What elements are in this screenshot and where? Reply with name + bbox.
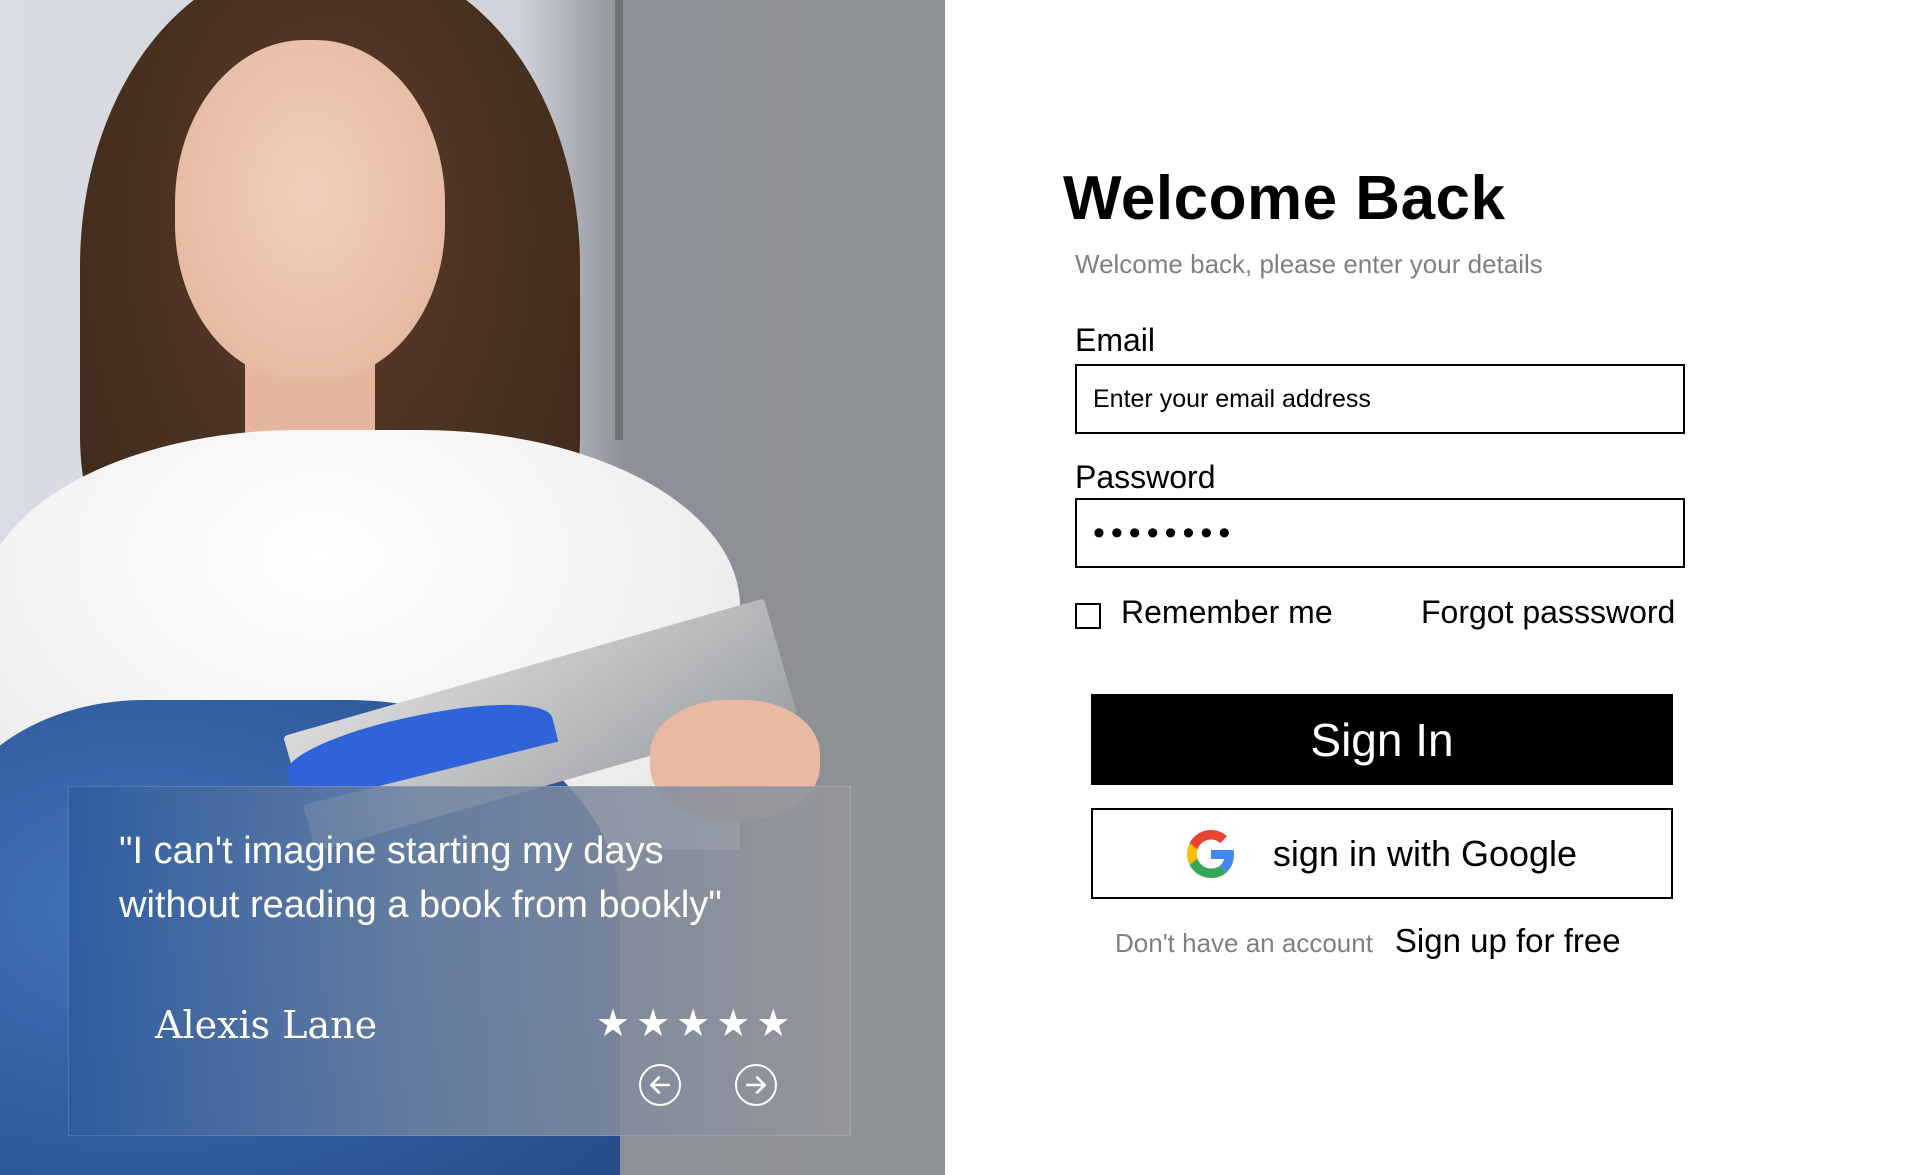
remember-me-label: Remember me — [1121, 594, 1333, 630]
photo-face — [175, 40, 445, 380]
password-label: Password — [1075, 459, 1216, 495]
sign-up-link[interactable]: Sign up for free — [1395, 922, 1621, 960]
page-subtitle: Welcome back, please enter your details — [1075, 249, 1543, 279]
google-logo-icon — [1186, 829, 1234, 878]
google-sign-in-button[interactable]: sign in with Google — [1091, 808, 1673, 899]
google-sign-in-label: sign in with Google — [1272, 832, 1578, 874]
page-title: Welcome Back — [1063, 164, 1506, 233]
testimonial-quote: "I can't imagine starting my days withou… — [119, 830, 722, 926]
remember-me-checkbox[interactable] — [1075, 602, 1101, 629]
next-testimonial-button[interactable] — [735, 1064, 777, 1106]
rating-stars: ★★★★★ — [596, 1003, 797, 1045]
email-label: Email — [1075, 322, 1156, 358]
signup-row: Don't have an account Sign up for free — [1115, 922, 1621, 960]
arrow-left-icon — [650, 1076, 670, 1094]
photo-wall-edge — [615, 0, 623, 440]
no-account-text: Don't have an account — [1115, 928, 1373, 958]
email-input[interactable] — [1075, 364, 1685, 434]
password-input[interactable] — [1075, 498, 1685, 568]
testimonial-card: "I can't imagine starting my days withou… — [68, 786, 851, 1136]
arrow-right-icon — [746, 1076, 766, 1094]
forgot-password-link[interactable]: Forgot passsword — [1421, 594, 1675, 631]
sign-in-button[interactable]: Sign In — [1091, 694, 1673, 785]
previous-testimonial-button[interactable] — [639, 1064, 681, 1106]
testimonial-author: Alexis Lane — [155, 1003, 378, 1047]
remember-me-row[interactable]: Remember me — [1075, 594, 1333, 631]
